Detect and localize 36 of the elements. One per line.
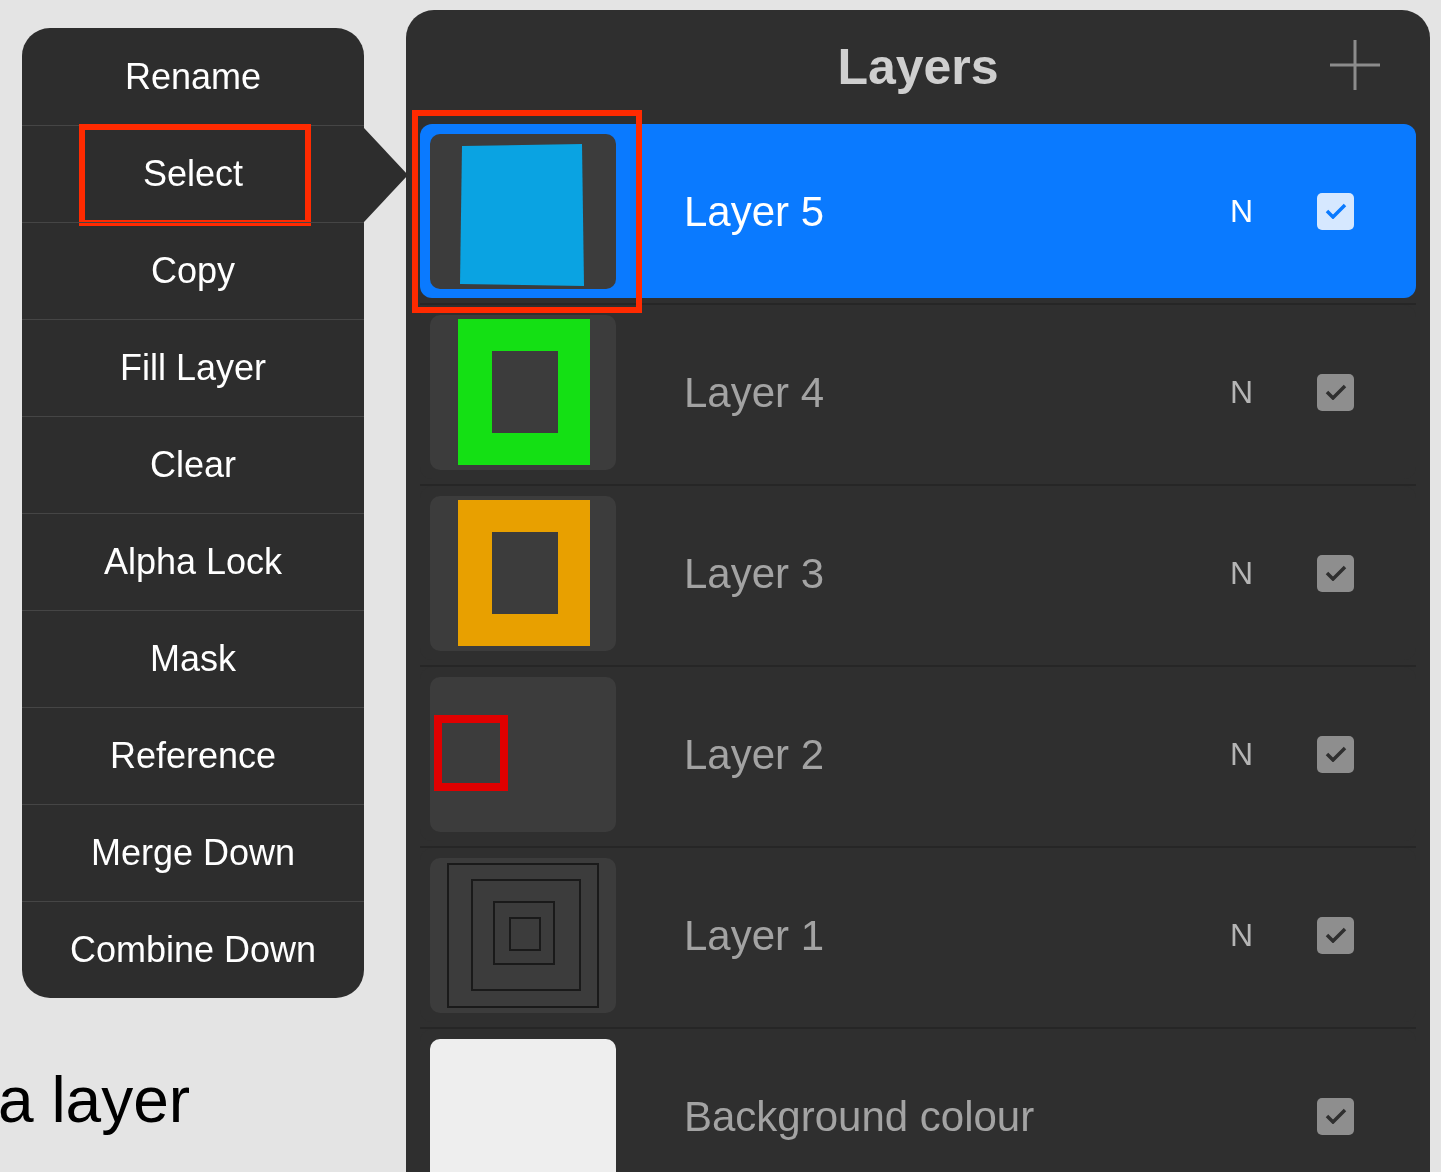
checkmark-icon xyxy=(1324,565,1347,581)
menu-item[interactable]: Merge Down xyxy=(82,826,304,880)
menu-item[interactable]: Copy xyxy=(142,244,243,298)
visibility-checkbox[interactable] xyxy=(1317,192,1354,230)
checkmark-icon xyxy=(1324,1108,1347,1124)
menu-item[interactable]: Reference xyxy=(101,729,285,783)
menu-item[interactable]: Select xyxy=(134,147,252,201)
menu-item[interactable]: Fill Layer xyxy=(111,341,274,395)
visibility-checkbox[interactable] xyxy=(1317,1097,1354,1135)
blend-mode[interactable]: N xyxy=(1229,730,1253,778)
checkmark-icon xyxy=(1324,927,1347,943)
blend-mode[interactable]: N xyxy=(1229,549,1253,597)
menu-item[interactable]: Clear xyxy=(142,438,244,492)
menu-item[interactable]: Rename xyxy=(116,49,270,104)
blend-mode[interactable]: N xyxy=(1229,368,1253,416)
checkmark-icon xyxy=(1324,384,1347,400)
menu-item[interactable]: Mask xyxy=(142,632,244,686)
blend-mode[interactable]: N xyxy=(1229,187,1253,235)
checkmark-icon xyxy=(1324,203,1347,219)
menu-item[interactable]: Alpha Lock xyxy=(95,535,291,589)
layer-name: Background colour xyxy=(684,1091,1035,1142)
layer-name: Layer 3 xyxy=(684,548,825,599)
layer-name: Layer 4 xyxy=(684,367,825,418)
layer-row[interactable]: Layer 5 N xyxy=(420,124,1416,298)
layer-name: Layer 1 xyxy=(684,910,825,961)
visibility-checkbox[interactable] xyxy=(1317,554,1354,592)
panel-title: Layers xyxy=(837,37,999,97)
visibility-checkbox[interactable] xyxy=(1317,373,1354,411)
checkmark-icon xyxy=(1324,746,1347,762)
visibility-checkbox[interactable] xyxy=(1317,916,1354,954)
visibility-checkbox[interactable] xyxy=(1317,735,1354,773)
menu-item[interactable]: Combine Down xyxy=(61,923,325,977)
layer-name: Layer 5 xyxy=(684,186,825,237)
blend-mode[interactable]: N xyxy=(1229,911,1253,959)
layer-name: Layer 2 xyxy=(684,729,825,780)
add-icon[interactable] xyxy=(1330,40,1380,90)
